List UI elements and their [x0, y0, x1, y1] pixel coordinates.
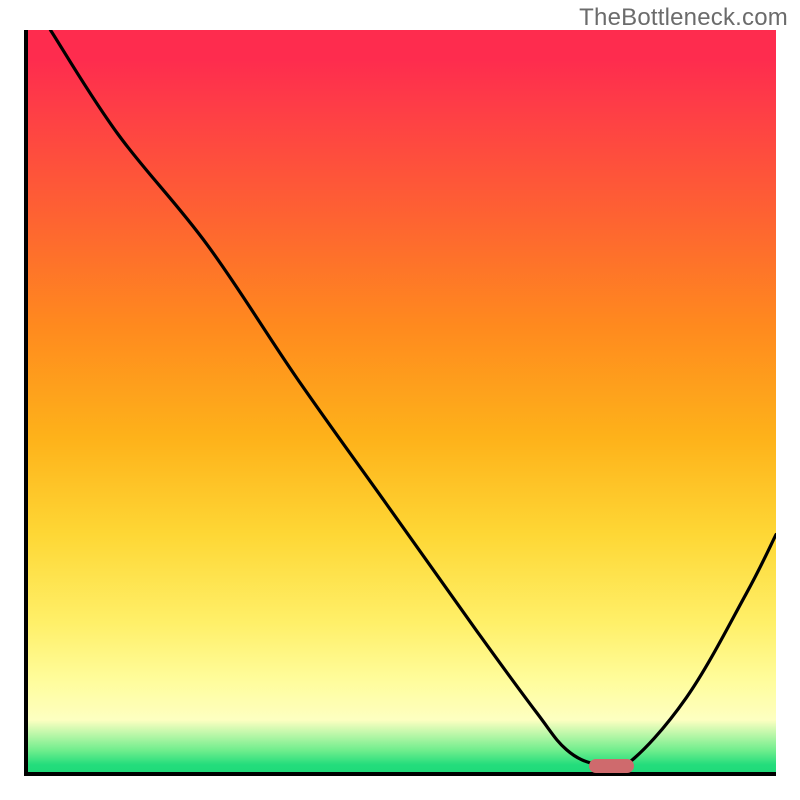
plot-area [24, 30, 776, 776]
curve-svg [28, 30, 776, 772]
watermark-text: TheBottleneck.com [579, 4, 788, 32]
bottleneck-curve [50, 30, 776, 771]
chart-container: TheBottleneck.com [0, 0, 800, 800]
minimum-marker [589, 759, 634, 773]
